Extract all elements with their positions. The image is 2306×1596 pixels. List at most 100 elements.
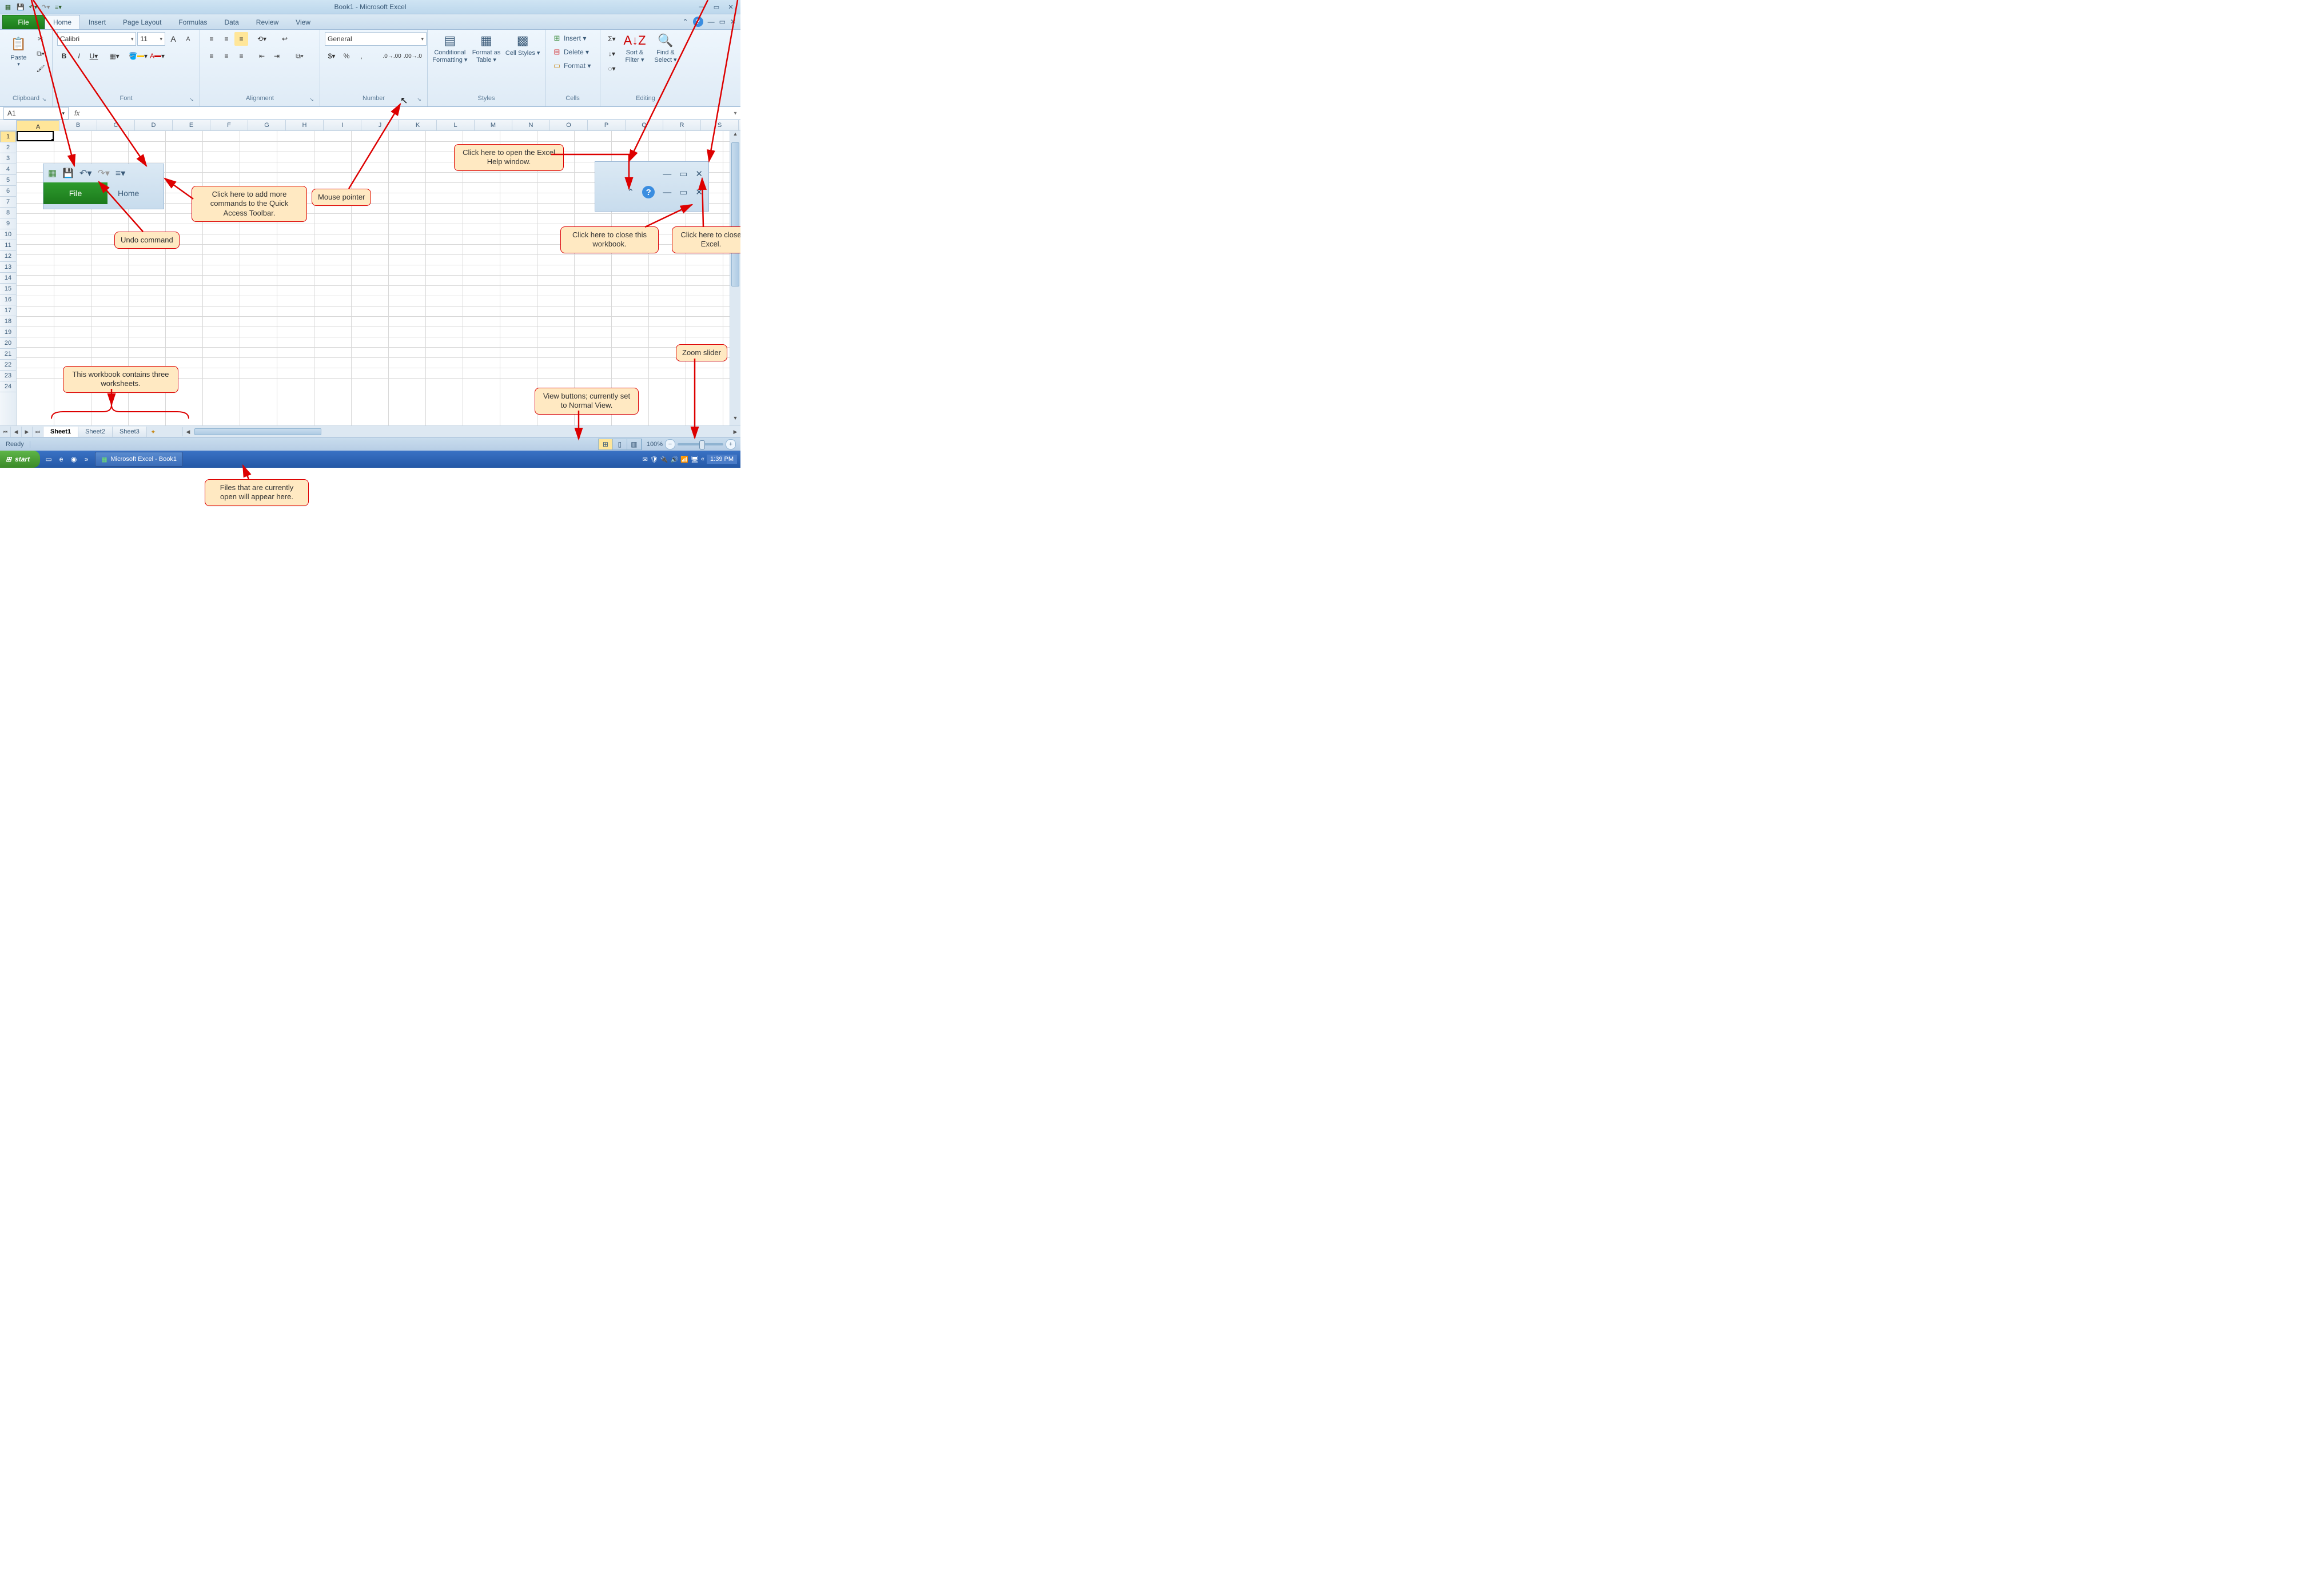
column-header[interactable]: Q — [626, 120, 663, 130]
accounting-format-icon[interactable]: $▾ — [325, 49, 338, 63]
active-cell[interactable] — [17, 131, 54, 141]
dialog-launcher-icon[interactable]: ↘ — [416, 96, 423, 103]
find-select-button[interactable]: 🔍Find & Select ▾ — [651, 32, 680, 63]
dialog-launcher-icon[interactable]: ↘ — [188, 96, 195, 103]
increase-decimal-icon[interactable]: .0→.00 — [383, 49, 402, 63]
sheet-last-icon[interactable]: ⏭ — [33, 427, 43, 437]
merge-center-icon[interactable]: ⧉▾ — [293, 49, 306, 63]
row-header[interactable]: 21 — [0, 349, 16, 360]
align-top-icon[interactable]: ≡ — [205, 32, 218, 46]
workbook-minimize-button[interactable]: — — [708, 18, 715, 26]
format-as-table-button[interactable]: ▦Format as Table ▾ — [469, 32, 504, 63]
row-header[interactable]: 3 — [0, 153, 16, 164]
row-header[interactable]: 22 — [0, 360, 16, 371]
vertical-scrollbar[interactable]: ▲▼ — [730, 131, 740, 425]
tab-home[interactable]: Home — [45, 15, 80, 29]
view-page-break-button[interactable]: ▥ — [627, 439, 642, 449]
minimize-button[interactable]: — — [696, 3, 708, 11]
column-header[interactable]: K — [399, 120, 437, 130]
column-header[interactable]: S — [701, 120, 739, 130]
sort-filter-button[interactable]: A↓ZSort & Filter ▾ — [620, 32, 650, 63]
select-all-corner[interactable] — [0, 120, 17, 130]
start-button[interactable]: ⊞start — [0, 451, 40, 468]
delete-cells-button[interactable]: ⊟Delete ▾ — [550, 46, 595, 58]
column-header[interactable]: P — [588, 120, 626, 130]
bold-button[interactable]: B — [57, 49, 71, 63]
column-header[interactable]: F — [210, 120, 248, 130]
row-header[interactable]: 24 — [0, 381, 16, 392]
format-painter-icon[interactable]: 🖌 — [34, 62, 47, 75]
sheet-prev-icon[interactable]: ◀ — [11, 427, 22, 437]
row-header[interactable]: 1 — [0, 131, 16, 142]
insert-cells-button[interactable]: ⊞Insert ▾ — [550, 32, 595, 45]
tray-icon[interactable]: « — [701, 456, 704, 463]
tray-icon[interactable]: ✉ — [643, 456, 648, 463]
column-header[interactable]: E — [173, 120, 210, 130]
column-header[interactable]: R — [663, 120, 701, 130]
column-header[interactable]: B — [59, 120, 97, 130]
shrink-font-icon[interactable]: A — [181, 32, 195, 46]
row-header[interactable]: 16 — [0, 294, 16, 305]
percent-format-icon[interactable]: % — [340, 49, 353, 63]
number-format-select[interactable]: General▾ — [325, 32, 427, 46]
row-header[interactable]: 9 — [0, 218, 16, 229]
column-header[interactable]: M — [475, 120, 512, 130]
workbook-close-button[interactable]: ✕ — [730, 18, 736, 26]
row-header[interactable]: 17 — [0, 305, 16, 316]
show-desktop-icon[interactable]: ▭ — [43, 454, 54, 464]
row-header[interactable]: 5 — [0, 175, 16, 186]
cut-icon[interactable]: ✂ — [34, 32, 47, 46]
taskbar-item-excel[interactable]: ▦Microsoft Excel - Book1 — [95, 452, 183, 467]
clear-icon[interactable]: ◌▾ — [605, 62, 619, 75]
dialog-launcher-icon[interactable]: ↘ — [41, 96, 47, 103]
column-header[interactable]: J — [361, 120, 399, 130]
row-header[interactable]: 10 — [0, 229, 16, 240]
help-icon[interactable]: ? — [693, 17, 703, 27]
row-header[interactable]: 7 — [0, 197, 16, 208]
orientation-icon[interactable]: ⟲▾ — [255, 32, 269, 46]
row-header[interactable]: 19 — [0, 327, 16, 338]
new-sheet-icon[interactable]: ✦ — [147, 427, 160, 437]
font-color-icon[interactable]: A▾ — [149, 49, 165, 63]
row-header[interactable]: 13 — [0, 262, 16, 273]
tab-data[interactable]: Data — [216, 15, 247, 29]
row-header[interactable]: 6 — [0, 186, 16, 197]
column-header[interactable]: C — [97, 120, 135, 130]
align-center-icon[interactable]: ≡ — [220, 49, 233, 63]
column-header[interactable]: I — [324, 120, 361, 130]
sheet-first-icon[interactable]: ⏮ — [0, 427, 11, 437]
sheet-tab-3[interactable]: Sheet3 — [113, 427, 147, 437]
align-bottom-icon[interactable]: ≡ — [234, 32, 248, 46]
zoom-in-button[interactable]: + — [726, 439, 736, 449]
undo-icon[interactable]: ↶▾ — [29, 2, 38, 11]
row-header[interactable]: 2 — [0, 142, 16, 153]
qat-customize-icon[interactable]: ≡▾ — [54, 2, 63, 11]
tray-icon[interactable]: 🔌 — [660, 456, 668, 463]
zoom-level[interactable]: 100% — [647, 441, 663, 448]
ie-icon[interactable]: e — [56, 454, 66, 464]
borders-icon[interactable]: ▦▾ — [107, 49, 121, 63]
paste-button[interactable]: 📋 Paste ▾ — [5, 32, 33, 70]
dialog-launcher-icon[interactable]: ↘ — [308, 96, 315, 103]
increase-indent-icon[interactable]: ⇥ — [270, 49, 284, 63]
row-header[interactable]: 8 — [0, 208, 16, 218]
row-header[interactable]: 14 — [0, 273, 16, 284]
column-header[interactable]: G — [248, 120, 286, 130]
scrollbar-thumb[interactable] — [731, 142, 739, 286]
horizontal-scrollbar[interactable]: ◀▶ — [182, 427, 740, 436]
row-header[interactable]: 4 — [0, 164, 16, 175]
restore-button[interactable]: ▭ — [710, 3, 723, 11]
formula-input[interactable] — [85, 108, 730, 119]
wrap-text-icon[interactable]: ↩ — [278, 32, 292, 46]
autosum-icon[interactable]: Σ▾ — [605, 32, 619, 46]
row-header[interactable]: 23 — [0, 371, 16, 381]
tab-view[interactable]: View — [287, 15, 319, 29]
zoom-slider[interactable] — [678, 443, 723, 445]
tray-icon[interactable]: 🖥 — [691, 456, 699, 463]
align-middle-icon[interactable]: ≡ — [220, 32, 233, 46]
redo-icon[interactable]: ↷▾ — [41, 2, 50, 11]
row-header[interactable]: 15 — [0, 284, 16, 294]
tab-insert[interactable]: Insert — [80, 15, 114, 29]
underline-button[interactable]: U▾ — [87, 49, 101, 63]
italic-button[interactable]: I — [72, 49, 86, 63]
